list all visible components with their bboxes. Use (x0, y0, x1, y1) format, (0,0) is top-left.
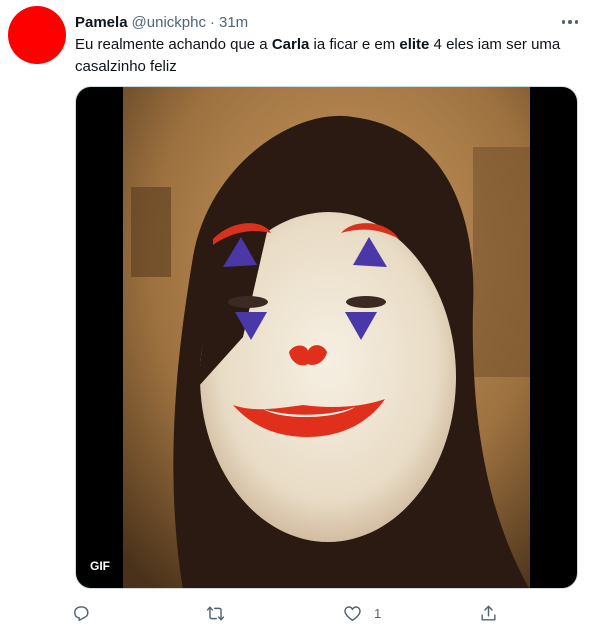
reply-button[interactable] (72, 598, 91, 628)
gif-badge: GIF (84, 556, 116, 576)
separator-dot: · (209, 13, 215, 31)
tweet-text-bold: Carla (271, 36, 310, 53)
tweet-text-part: Eu realmente achando que a (75, 36, 272, 53)
like-button[interactable]: 1 (343, 598, 381, 628)
more-options-icon[interactable] (558, 12, 582, 32)
tweet-header: Pamela @unickphc · 31m (75, 12, 248, 32)
heart-icon (344, 605, 361, 621)
tweet-text-part: ia ficar e em (309, 36, 400, 53)
retweet-button[interactable] (206, 598, 225, 628)
gif-frame[interactable] (123, 87, 530, 588)
like-count: 1 (374, 605, 382, 621)
clown-face-illustration (123, 87, 530, 588)
tweet-actions: 1 (70, 598, 520, 628)
author-handle[interactable]: @unickphc (132, 14, 206, 31)
tweet-card[interactable]: Pamela @unickphc · 31m Eu realmente acha… (0, 0, 597, 631)
tweet-text-bold: elite (399, 36, 430, 53)
share-icon (481, 605, 496, 621)
share-button[interactable] (479, 598, 498, 628)
tweet-text: Eu realmente achando que a Carla ia fica… (75, 34, 575, 78)
avatar[interactable] (8, 6, 66, 64)
tweet-media-gif[interactable]: GIF (75, 86, 578, 589)
retweet-icon (206, 605, 225, 621)
timestamp[interactable]: 31m (219, 14, 248, 31)
reply-icon (74, 605, 89, 621)
author-name[interactable]: Pamela (75, 14, 128, 31)
